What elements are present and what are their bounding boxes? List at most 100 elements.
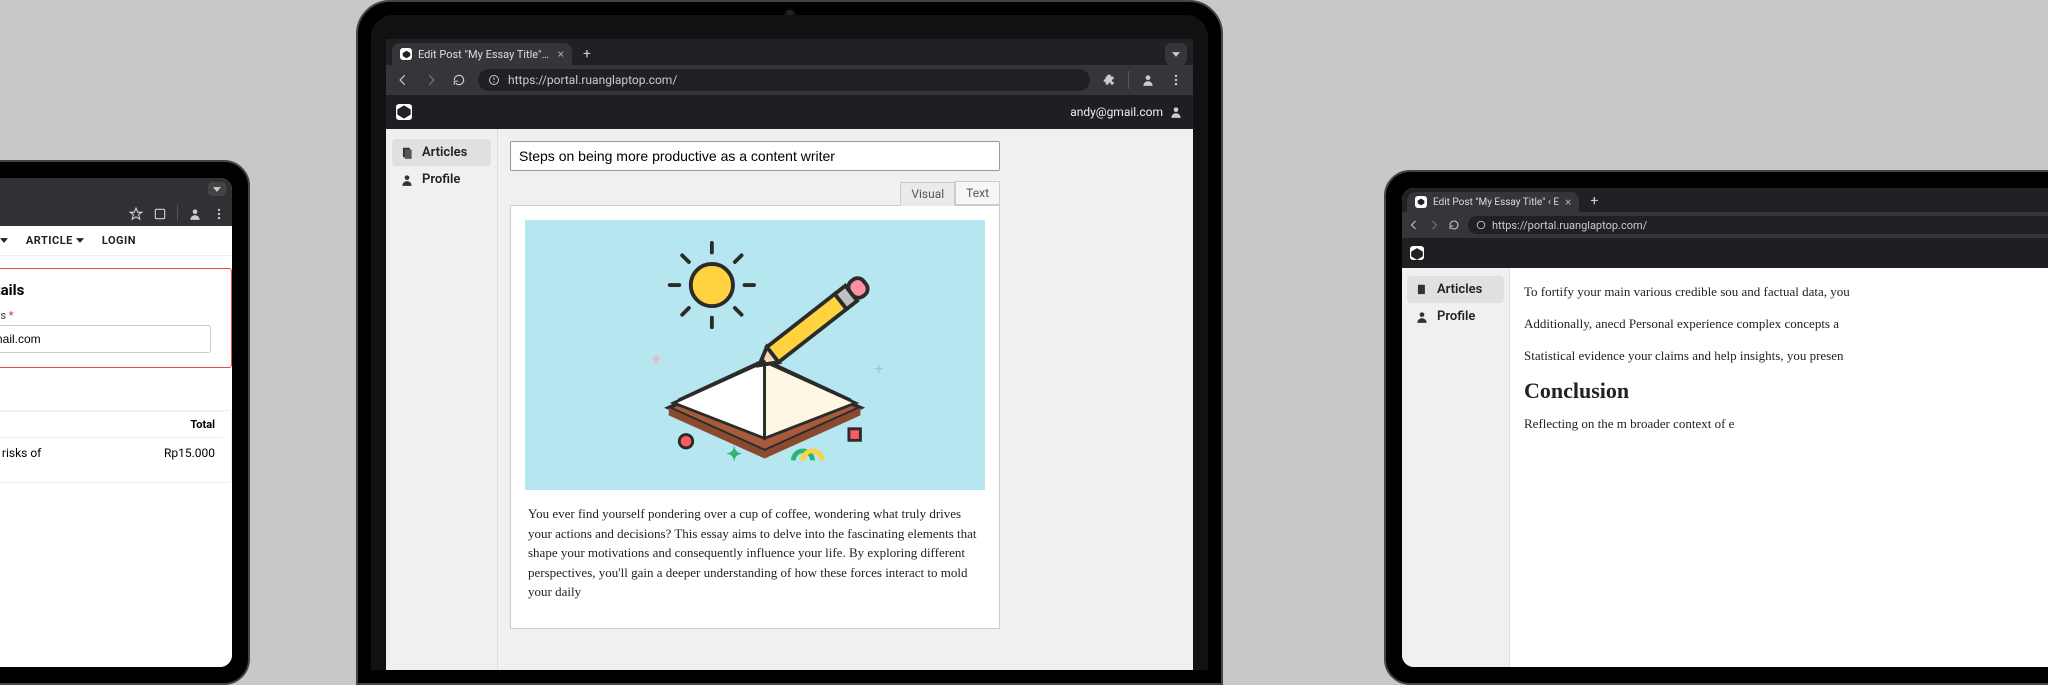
tr-content: Articles Profile To fortify your main va… [1402, 268, 2048, 667]
post-body[interactable]: You ever find yourself pondering over a … [525, 490, 985, 614]
browser-tab[interactable]: Edit Post "My Essay Title" ‹ E × [392, 43, 572, 65]
tl-order-row: and risks of n Rp15.000 [0, 437, 223, 482]
browser-toolbar: https://portal.ruanglaptop.com/ [386, 65, 1193, 95]
tl-tabs-dropdown[interactable] [208, 182, 226, 196]
svg-text:+: + [875, 360, 884, 378]
tl-col-total-label: Total [143, 418, 223, 431]
tl-extensions-icon[interactable] [153, 206, 167, 220]
tr-tab-title: Edit Post "My Essay Title" ‹ E [1433, 197, 1559, 208]
tl-body: details dress * r Total and risks of n R… [0, 256, 232, 483]
browser-menu-button[interactable] [1167, 71, 1185, 89]
site-info-icon[interactable] [488, 74, 500, 86]
tr-tabbar: Edit Post "My Essay Title" ‹ E × + [1402, 188, 2048, 212]
profile-avatar-button[interactable] [1139, 71, 1157, 89]
laptop-bezel: Edit Post "My Essay Title" ‹ E × + https… [371, 15, 1208, 670]
tr-sidebar-item-articles[interactable]: Articles [1407, 276, 1504, 303]
app-logo[interactable] [396, 104, 412, 120]
sidebar: Articles Profile [386, 129, 498, 670]
tl-menu-icon[interactable] [212, 206, 226, 220]
editor-mode-switch: Visual Text [510, 181, 1000, 205]
profile-icon [400, 173, 414, 187]
app-content: Articles Profile Visual Text [386, 129, 1193, 670]
tr-reload-button[interactable] [1448, 216, 1460, 235]
nav-forward-button[interactable] [422, 71, 440, 89]
sidebar-label-profile: Profile [422, 172, 460, 187]
tr-browser-tab[interactable]: Edit Post "My Essay Title" ‹ E × [1407, 192, 1579, 212]
tr-tab-favicon [1415, 196, 1427, 208]
tl-page: CT ARTICLE LOGIN details dress * r Total [0, 226, 232, 667]
tl-tabstrip [0, 178, 232, 200]
url-bar[interactable]: https://portal.ruanglaptop.com/ [478, 69, 1090, 91]
tablet-left-device-frame: CT ARTICLE LOGIN details dress * r Total [0, 160, 250, 685]
sidebar-label-articles: Articles [422, 145, 467, 160]
toolbar-separator [1128, 71, 1129, 89]
tl-separator [177, 205, 178, 221]
post-hero-illustration: ✦ + ✦ [525, 220, 985, 490]
tr-sidebar: Articles Profile [1402, 268, 1510, 667]
tl-product-price: Rp15.000 [143, 446, 223, 474]
tl-order-table-head: Total [0, 411, 223, 437]
articles-icon [400, 146, 414, 160]
current-user-email[interactable]: andy@gmail.com [1070, 105, 1163, 119]
tab-close-icon[interactable]: × [558, 48, 564, 60]
tl-email-input[interactable] [0, 325, 211, 353]
post-title-input[interactable] [510, 141, 1000, 171]
tr-tab-close-icon[interactable]: × [1565, 196, 1571, 208]
post-paragraph: You ever find yourself pondering over a … [528, 504, 982, 602]
tr-appbar [1402, 238, 2048, 268]
tl-profile-icon[interactable] [188, 206, 202, 220]
tablet-right-device-frame: Edit Post "My Essay Title" ‹ E × + https… [1384, 170, 2048, 685]
editor-main: Visual Text [498, 129, 1193, 670]
illustration-svg: ✦ + ✦ [525, 220, 985, 490]
tl-nav-project[interactable]: CT [0, 234, 8, 247]
app-top-bar: andy@gmail.com [386, 95, 1193, 129]
tr-editor-main[interactable]: To fortify your main various credible so… [1510, 268, 2048, 667]
sidebar-item-articles[interactable]: Articles [392, 139, 491, 166]
svg-text:✦: ✦ [650, 351, 663, 369]
editor-body[interactable]: ✦ + ✦ You ever find yourself pondering o… [510, 205, 1000, 629]
tablet-left-screen: CT ARTICLE LOGIN details dress * r Total [0, 178, 232, 667]
tr-new-tab-button[interactable]: + [1583, 190, 1605, 212]
tr-toolbar: https://portal.ruanglaptop.com/ [1402, 212, 2048, 238]
tr-paragraph: Statistical evidence your claims and hel… [1524, 346, 2048, 366]
tr-site-info-icon[interactable] [1476, 220, 1486, 230]
tl-site-nav: CT ARTICLE LOGIN [0, 226, 232, 256]
url-text: https://portal.ruanglaptop.com/ [508, 73, 677, 87]
tl-order-title: r [0, 384, 232, 402]
tr-heading-conclusion: Conclusion [1524, 378, 2048, 404]
tr-paragraph: To fortify your main various credible so… [1524, 282, 2048, 302]
tr-paragraph: Reflecting on the m broader context of e [1524, 414, 2048, 434]
user-icon[interactable] [1169, 105, 1183, 119]
tl-toolbar [0, 200, 232, 226]
tr-paragraph: Additionally, anecd Personal experience … [1524, 314, 2048, 334]
tl-bookmark-icon[interactable] [129, 206, 143, 220]
tr-profile-icon [1415, 310, 1429, 324]
nav-back-button[interactable] [394, 71, 412, 89]
tr-sidebar-item-profile[interactable]: Profile [1407, 303, 1504, 330]
tl-nav-article[interactable]: ARTICLE [26, 234, 84, 247]
browser-tabbar: Edit Post "My Essay Title" ‹ E × + [386, 39, 1193, 65]
tl-field-label: dress * [0, 309, 221, 322]
page-root: andy@gmail.com Articles Profile [386, 95, 1193, 670]
tl-card-title: details [0, 281, 221, 299]
tablet-right-screen: Edit Post "My Essay Title" ‹ E × + https… [1402, 188, 2048, 667]
sidebar-item-profile[interactable]: Profile [392, 166, 491, 193]
svg-text:✦: ✦ [726, 442, 742, 465]
editor-tab-text[interactable]: Text [955, 181, 1000, 205]
new-tab-button[interactable]: + [576, 43, 598, 65]
tr-url-bar[interactable]: https://portal.ruanglaptop.com/ [1468, 216, 2048, 234]
tr-url-text: https://portal.ruanglaptop.com/ [1492, 219, 1647, 232]
tl-product-name: and risks of n [0, 446, 143, 474]
laptop-device-frame: Edit Post "My Essay Title" ‹ E × + https… [356, 0, 1223, 685]
editor-tab-visual[interactable]: Visual [900, 182, 955, 206]
tr-back-button[interactable] [1408, 216, 1420, 235]
tab-favicon [400, 48, 412, 60]
nav-reload-button[interactable] [450, 71, 468, 89]
tl-billing-card: details dress * [0, 268, 232, 368]
tr-app-logo[interactable] [1410, 246, 1424, 260]
extensions-button[interactable] [1100, 71, 1118, 89]
tl-nav-login[interactable]: LOGIN [102, 234, 136, 247]
tabs-dropdown-button[interactable] [1165, 43, 1187, 65]
browser-window: Edit Post "My Essay Title" ‹ E × + https… [386, 39, 1193, 670]
tr-forward-button[interactable] [1428, 216, 1440, 235]
